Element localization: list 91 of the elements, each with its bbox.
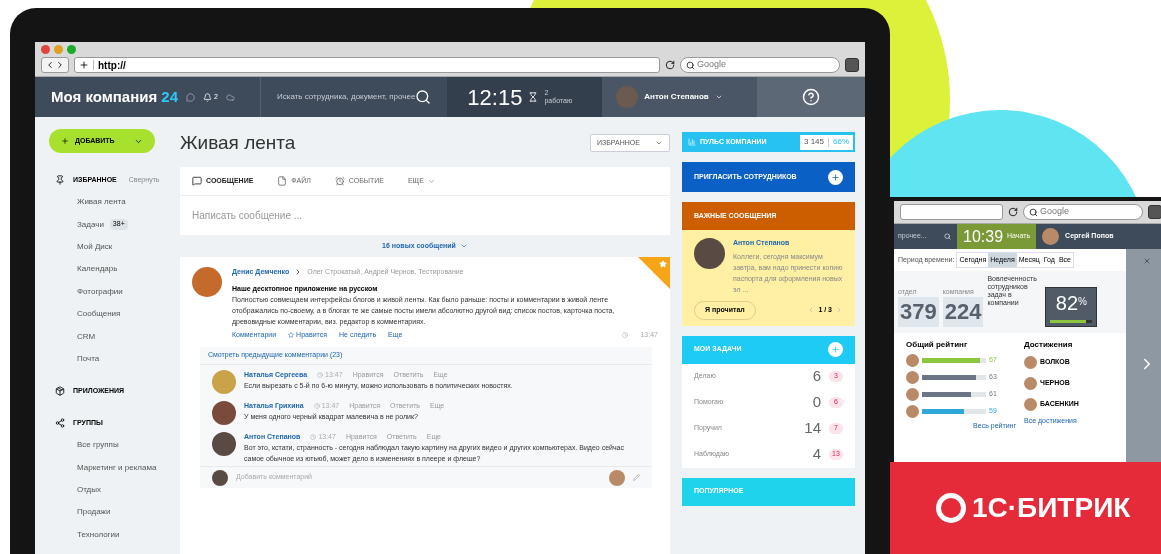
search-icon (1029, 207, 1038, 217)
back-icon (45, 60, 55, 70)
avatar (906, 354, 919, 367)
pencil-icon[interactable] (633, 474, 640, 481)
avatar (609, 469, 625, 486)
task-count: 4 (812, 444, 821, 465)
clock-icon (317, 371, 324, 378)
avatar (1024, 377, 1037, 390)
sidebar-item[interactable]: Фотографии (77, 285, 123, 298)
sidebar-item[interactable]: Продажи (77, 506, 111, 519)
message-icon (192, 176, 202, 186)
avatar (1024, 398, 1037, 411)
avatar (694, 238, 725, 269)
avatar (906, 371, 919, 384)
search-field[interactable]: Google (1023, 204, 1143, 220)
star-icon (288, 332, 295, 339)
sidebar-item[interactable]: Живая лента (77, 196, 126, 209)
clock-icon (310, 433, 317, 440)
avatar (906, 388, 919, 401)
search-icon (686, 60, 695, 70)
search-icon (415, 89, 432, 105)
caret-icon (459, 242, 468, 250)
minimize-icon[interactable] (54, 45, 63, 54)
clock-icon (313, 402, 320, 409)
sidebar-item[interactable]: Почта (77, 352, 100, 365)
zoom-icon[interactable] (67, 45, 76, 54)
caret-icon (714, 93, 723, 101)
engagement-meter: 82$^{%}$ (1045, 287, 1098, 327)
search-icon (944, 233, 951, 240)
avatar (212, 400, 236, 425)
back-forward-button[interactable] (41, 57, 69, 73)
sidebar-item[interactable]: CRM (77, 330, 96, 343)
stat-value: 379 (898, 297, 939, 327)
reload-icon[interactable] (1008, 207, 1018, 217)
file-icon (277, 176, 288, 186)
address-field[interactable]: http:// (74, 57, 660, 73)
cloud-icon[interactable] (225, 92, 235, 102)
sidebar-item[interactable]: Маркетинг и реклама (77, 461, 157, 474)
close-icon[interactable] (1143, 257, 1151, 265)
avatar (1024, 356, 1037, 369)
plus-icon (831, 172, 840, 182)
close-icon[interactable] (41, 45, 50, 54)
package-icon (55, 386, 65, 397)
section-title: Достижения (1024, 339, 1074, 351)
section-title: Общий рейтинг (906, 339, 969, 351)
clock-icon (622, 332, 629, 339)
pulse-percent: 66% (833, 136, 849, 148)
caret-icon (427, 177, 435, 185)
help-icon[interactable] (802, 88, 821, 106)
chart-icon (688, 138, 696, 146)
avatar (616, 86, 639, 108)
plus-icon (79, 60, 89, 70)
avatar (192, 267, 222, 297)
avatar (212, 369, 236, 394)
plus-icon (61, 137, 69, 145)
caret-icon (655, 139, 663, 147)
task-count: 0 (812, 392, 821, 413)
address-field[interactable] (900, 204, 1003, 220)
avatar (212, 431, 236, 456)
sidebar-item[interactable]: Мой Диск (77, 240, 113, 253)
avatar (906, 405, 919, 418)
search-field[interactable]: Google (680, 57, 840, 73)
page-title: Живая лента (180, 130, 296, 155)
sidebar-item[interactable]: Все группы (77, 439, 119, 452)
hourglass-icon (528, 92, 539, 102)
plus-icon[interactable] (831, 345, 840, 354)
forward-icon (55, 60, 65, 70)
sidebar-item[interactable]: Сообщения (77, 308, 121, 321)
task-count: 14 (804, 418, 821, 439)
user-name[interactable]: Антон Степанов (644, 91, 709, 103)
brand-logo: 1С·БИТРИК (972, 491, 1131, 525)
logo-icon (936, 493, 966, 523)
sidebar-item[interactable]: Календарь (77, 263, 118, 276)
alarm-clock-icon (334, 176, 345, 186)
share-icon (55, 418, 65, 429)
reload-icon[interactable] (665, 60, 675, 70)
chat-icon[interactable] (186, 92, 196, 102)
task-count: 6 (812, 366, 821, 387)
company-name[interactable]: Моя компания 24 (51, 85, 179, 109)
pulse-count: 3 145 (803, 136, 824, 148)
sidebar-item[interactable]: Отдых (77, 484, 102, 497)
next-icon[interactable] (835, 306, 843, 314)
avatar (212, 469, 228, 486)
avatar (1042, 228, 1060, 245)
pin-icon (55, 175, 65, 185)
clock-time: 10:39 (963, 226, 1004, 247)
star-icon (659, 260, 667, 268)
bell-icon[interactable] (203, 92, 213, 102)
stat-value: 224 (942, 297, 984, 327)
sidebar-item[interactable]: Технологии (77, 528, 120, 541)
sidebar-item[interactable]: Задачи (77, 218, 104, 231)
